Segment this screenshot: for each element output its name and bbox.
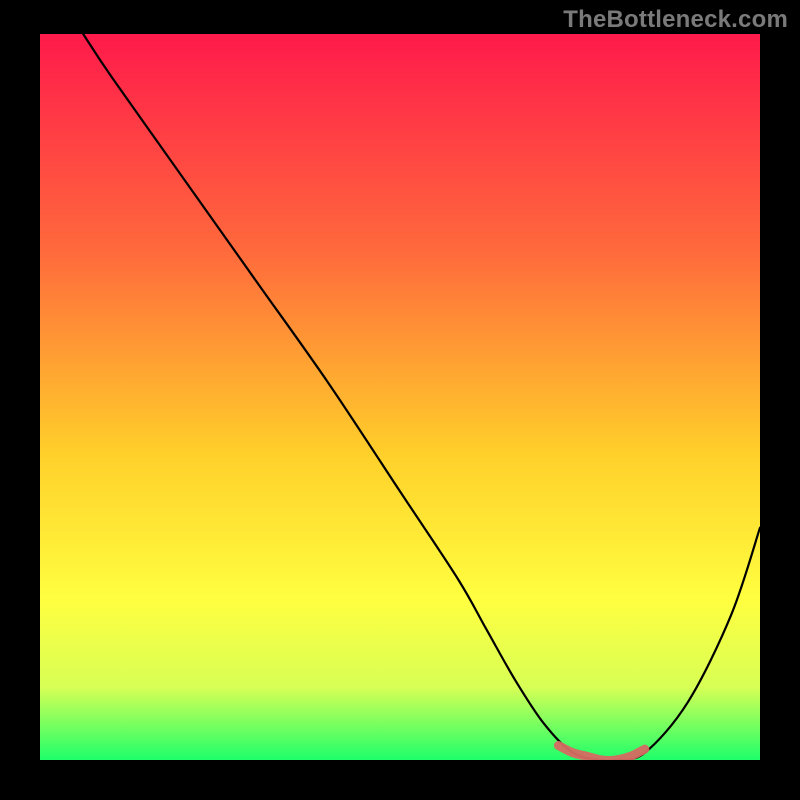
chart-container: TheBottleneck.com (0, 0, 800, 800)
watermark-text: TheBottleneck.com (563, 6, 788, 34)
gradient-background (40, 34, 760, 760)
bottleneck-chart (0, 0, 800, 800)
